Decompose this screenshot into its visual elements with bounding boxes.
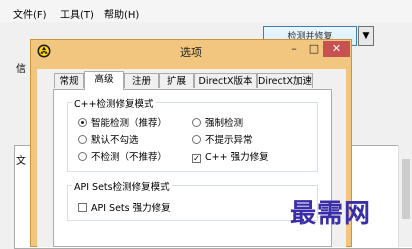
watermark-logo: 最需网 — [290, 199, 372, 229]
dialog-titlebar[interactable]: 选项 – □ ✕ — [31, 40, 351, 62]
radio-no-prompt[interactable]: 不提示异常 — [192, 132, 253, 146]
tab-directx-acceleration[interactable]: DirectX加速 — [257, 73, 313, 88]
minimize-button[interactable]: – — [285, 41, 303, 57]
radio-force-label: 强制检测 — [205, 118, 244, 129]
radio-no-detect-label: 不检测（不推荐） — [91, 152, 168, 163]
radio-default-unchecked[interactable]: 默认不勾选 — [78, 132, 139, 146]
api-strong-repair-label: API Sets 强力修复 — [91, 203, 171, 214]
menubar: 文件(F) 工具(T) 帮助(H) — [0, 0, 412, 22]
radio-smart-detect[interactable]: 智能检测（推荐） — [78, 115, 167, 129]
tab-extensions[interactable]: 扩展 — [159, 73, 194, 88]
background-label-info: 信 — [16, 64, 26, 75]
close-button[interactable]: ✕ — [323, 41, 350, 57]
checkbox-icon[interactable] — [78, 203, 87, 212]
checkbox-api-sets-strong-repair[interactable]: API Sets 强力修复 — [78, 200, 171, 214]
menu-tools[interactable]: 工具(T) — [60, 6, 94, 21]
radio-force-detect[interactable]: 强制检测 — [192, 115, 243, 129]
tab-general[interactable]: 常规 — [54, 73, 84, 88]
background-scrollbar[interactable] — [398, 145, 412, 247]
scrollbar-thumb[interactable] — [402, 159, 410, 219]
dialog-title: 选项 — [180, 46, 202, 59]
tab-advanced[interactable]: 高级 — [84, 71, 124, 90]
radio-icon[interactable] — [192, 135, 201, 144]
radio-icon[interactable] — [78, 152, 87, 161]
radio-icon[interactable] — [192, 118, 201, 127]
radio-default-label: 默认不勾选 — [91, 135, 139, 146]
radio-selected-icon[interactable] — [78, 118, 87, 127]
radio-no-prompt-label: 不提示异常 — [205, 135, 253, 146]
checkbox-cpp-strong-repair[interactable]: ✓ C++ 强力修复 — [192, 149, 269, 163]
radio-smart-label: 智能检测（推荐） — [91, 118, 168, 129]
api-sets-repair-group: API Sets检测修复模式 API Sets 强力修复 — [67, 179, 318, 221]
tab-directx-version[interactable]: DirectX版本 — [194, 73, 257, 88]
menu-file[interactable]: 文件(F) — [13, 6, 47, 21]
cpp-strong-repair-label: C++ 强力修复 — [205, 152, 269, 163]
api-group-title: API Sets检测修复模式 — [72, 179, 172, 193]
dropdown-arrow-icon[interactable]: ▼ — [358, 26, 374, 46]
radio-icon[interactable] — [78, 135, 87, 144]
cpp-repair-group: C++检测修复模式 智能检测（推荐） 强制检测 默认不勾选 不提示异常 不检测（… — [67, 96, 318, 172]
maximize-button[interactable]: □ — [305, 41, 323, 57]
radio-no-detect[interactable]: 不检测（不推荐） — [78, 149, 167, 163]
menu-help[interactable]: 帮助(H) — [104, 6, 139, 21]
checkbox-checked-icon[interactable]: ✓ — [192, 154, 201, 163]
tab-registration[interactable]: 注册 — [124, 73, 159, 88]
cpp-group-title: C++检测修复模式 — [72, 96, 156, 110]
background-label-file: 文 — [16, 156, 26, 167]
